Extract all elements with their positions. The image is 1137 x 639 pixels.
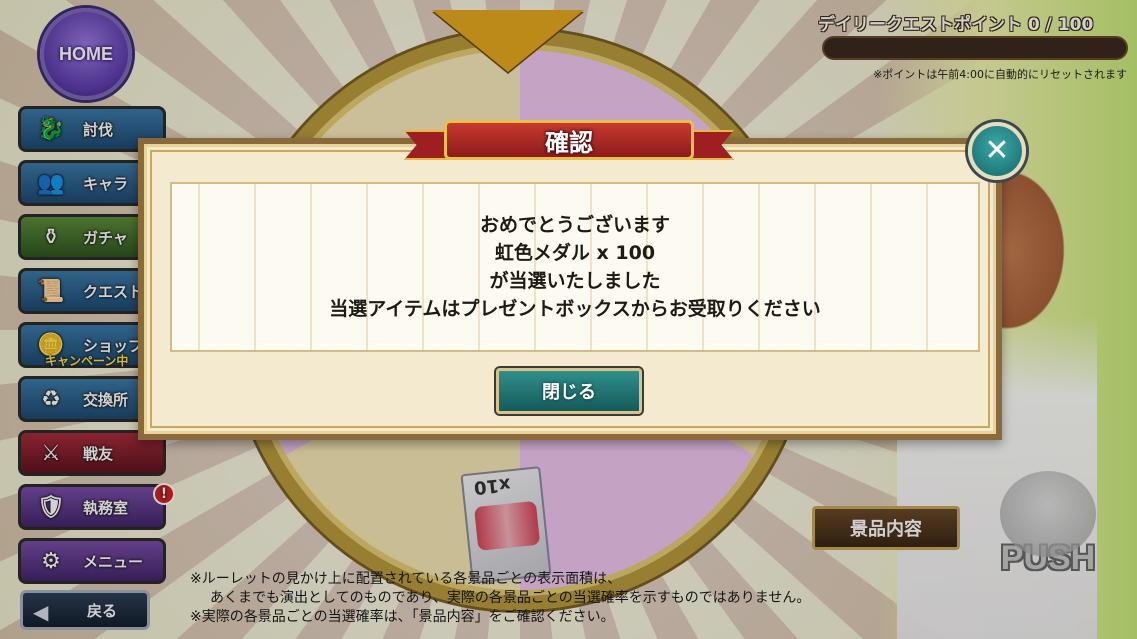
message-line: が当選いたしました — [489, 270, 661, 292]
close-button[interactable]: 閉じる — [496, 368, 642, 414]
dialog-title-ribbon: 確認 — [404, 120, 734, 164]
dialog-title: 確認 — [444, 120, 694, 160]
close-icon[interactable]: ✕ — [968, 122, 1026, 180]
message-line: 虹色メダル x 100 — [494, 242, 656, 264]
message-line: おめでとうございます — [479, 214, 670, 236]
dialog-message-panel: おめでとうございます 虹色メダル x 100 が当選いたしました 当選アイテムは… — [170, 182, 980, 352]
message-line: 当選アイテムはプレゼントボックスからお受取りください — [329, 298, 821, 320]
